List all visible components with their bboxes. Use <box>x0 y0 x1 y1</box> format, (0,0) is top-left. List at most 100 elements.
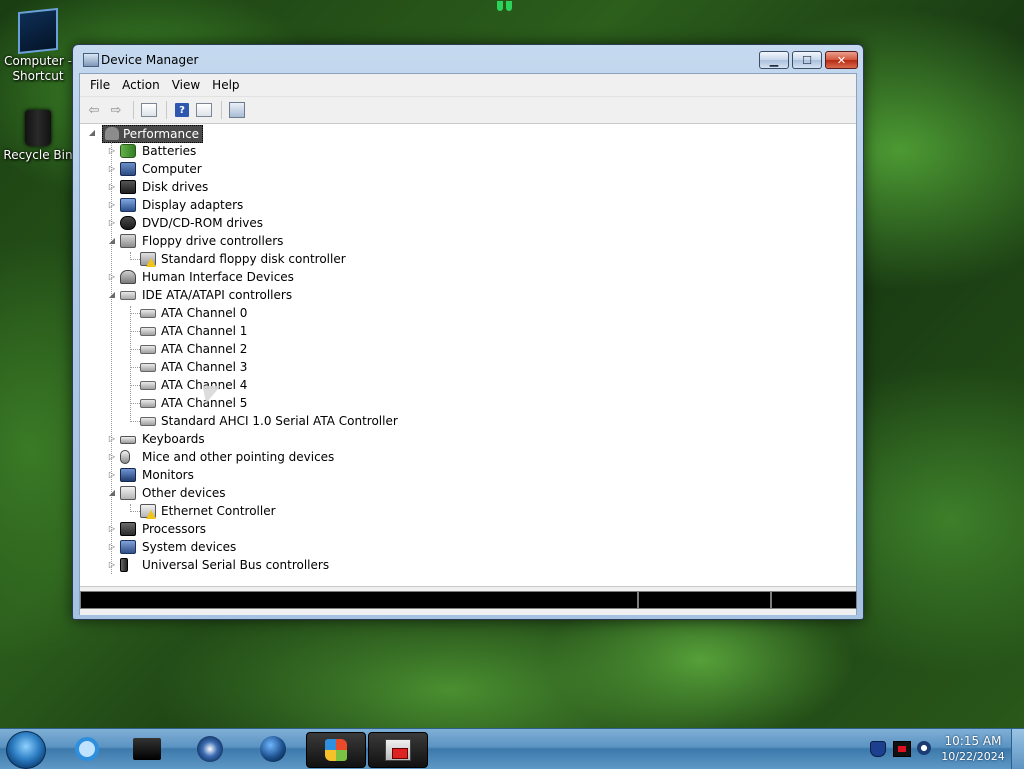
tree-device-label[interactable]: Standard floppy disk controller <box>161 250 346 268</box>
tree-category[interactable]: ▷ Processors <box>80 520 680 538</box>
taskbar-internet-explorer[interactable] <box>70 732 104 766</box>
menu-file[interactable]: File <box>84 78 116 92</box>
warning-badge-icon <box>146 510 156 519</box>
collapse-arrow-icon[interactable]: ◢ <box>88 124 96 142</box>
maximize-button[interactable]: ☐ <box>792 51 822 69</box>
tree-category-label[interactable]: Computer <box>142 160 202 178</box>
taskbar-media-player[interactable] <box>193 732 227 766</box>
collapse-arrow-icon[interactable]: ◢ <box>108 286 116 304</box>
system-clock[interactable]: 10:15 AM 10/22/2024 <box>940 734 1006 764</box>
tree-category[interactable]: ▷ Computer <box>80 160 680 178</box>
menu-help[interactable]: Help <box>206 78 245 92</box>
taskbar-windows-explorer[interactable] <box>306 732 366 768</box>
tree-category-label[interactable]: System devices <box>142 538 236 556</box>
tree-category[interactable]: ▷ System devices <box>80 538 680 556</box>
tree-category-label[interactable]: Mice and other pointing devices <box>142 448 334 466</box>
expand-arrow-icon[interactable]: ▷ <box>108 448 116 466</box>
expand-arrow-icon[interactable]: ▷ <box>108 520 116 538</box>
minimize-button[interactable]: ▁ <box>759 51 789 69</box>
back-button[interactable]: ⇦ <box>84 101 104 119</box>
toolbar: ⇦ ⇨ ? <box>80 97 856 124</box>
close-button[interactable]: ✕ <box>825 51 858 69</box>
root-label[interactable]: Performance <box>102 125 204 143</box>
tree-category-label[interactable]: Human Interface Devices <box>142 268 294 286</box>
collapse-arrow-icon[interactable]: ◢ <box>108 484 116 502</box>
collapse-arrow-icon[interactable]: ◢ <box>108 232 116 250</box>
expand-arrow-icon[interactable]: ▷ <box>108 556 116 574</box>
tree-device[interactable]: ATA Channel 3 <box>80 358 680 376</box>
menu-action[interactable]: Action <box>116 78 166 92</box>
tree-device-label[interactable]: ATA Channel 1 <box>161 322 247 340</box>
tree-device[interactable]: ATA Channel 5 <box>80 394 680 412</box>
taskbar-device-manager[interactable] <box>368 732 428 768</box>
tree-category[interactable]: ▷ Keyboards <box>80 430 680 448</box>
tree-device[interactable]: ATA Channel 4 <box>80 376 680 394</box>
tree-category[interactable]: ▷ Mice and other pointing devices <box>80 448 680 466</box>
taskbar-globe[interactable] <box>256 732 290 766</box>
forward-button[interactable]: ⇨ <box>106 101 126 119</box>
tree-category[interactable]: ◢ IDE ATA/ATAPI controllers <box>80 286 680 304</box>
scan-hardware-button[interactable] <box>227 101 247 119</box>
tree-category-label[interactable]: Display adapters <box>142 196 243 214</box>
properties-button[interactable] <box>194 101 214 119</box>
menu-view[interactable]: View <box>166 78 206 92</box>
tree-category-label[interactable]: Disk drives <box>142 178 208 196</box>
tree-root[interactable]: ◢ Performance <box>88 124 288 143</box>
expand-arrow-icon[interactable]: ▷ <box>108 466 116 484</box>
show-hide-console-tree-button[interactable] <box>139 101 159 119</box>
tree-category-label[interactable]: Universal Serial Bus controllers <box>142 556 329 574</box>
desktop-icon-recycle-bin[interactable]: Recycle Bin <box>0 110 76 163</box>
tree-category-label[interactable]: IDE ATA/ATAPI controllers <box>142 286 292 304</box>
tree-device[interactable]: ATA Channel 1 <box>80 322 680 340</box>
network-tray-icon[interactable] <box>917 741 931 755</box>
device-tree[interactable]: ◢ Performance ▷ Batteries ▷ Computer ▷ Disk d… <box>80 124 856 586</box>
tree-category[interactable]: ▷ Monitors <box>80 466 680 484</box>
tree-category-label[interactable]: Monitors <box>142 466 194 484</box>
tree-device[interactable]: Standard floppy disk controller <box>80 250 680 268</box>
tree-guide-line <box>130 367 140 368</box>
tree-category[interactable]: ▷ DVD/CD-ROM drives <box>80 214 680 232</box>
expand-arrow-icon[interactable]: ▷ <box>108 196 116 214</box>
expand-arrow-icon[interactable]: ▷ <box>108 178 116 196</box>
start-button[interactable] <box>6 731 46 769</box>
computer-user-icon <box>105 127 119 140</box>
tree-device-label[interactable]: ATA Channel 2 <box>161 340 247 358</box>
desktop-icon-computer-shortcut[interactable]: Computer - Shortcut <box>0 7 76 84</box>
tree-category[interactable]: ▷ Batteries <box>80 142 680 160</box>
tree-device[interactable]: Ethernet Controller <box>80 502 680 520</box>
tree-category[interactable]: ◢ Floppy drive controllers <box>80 232 680 250</box>
tree-category-label[interactable]: Other devices <box>142 484 226 502</box>
tree-device[interactable]: ATA Channel 2 <box>80 340 680 358</box>
taskbar-app-black[interactable] <box>130 732 164 766</box>
expand-arrow-icon[interactable]: ▷ <box>108 538 116 556</box>
tree-device-label[interactable]: Ethernet Controller <box>161 502 276 520</box>
expand-arrow-icon[interactable]: ▷ <box>108 268 116 286</box>
tree-category-label[interactable]: Floppy drive controllers <box>142 232 283 250</box>
tree-category-label[interactable]: Keyboards <box>142 430 205 448</box>
expand-arrow-icon[interactable]: ▷ <box>108 142 116 160</box>
show-desktop-button[interactable] <box>1011 729 1024 769</box>
tree-device-label[interactable]: ATA Channel 0 <box>161 304 247 322</box>
properties-icon <box>196 103 212 117</box>
expand-arrow-icon[interactable]: ▷ <box>108 430 116 448</box>
tree-category[interactable]: ▷ Disk drives <box>80 178 680 196</box>
title-bar[interactable]: Device Manager ▁ ☐ ✕ <box>73 45 863 75</box>
device-manager-icon <box>83 53 99 67</box>
tree-category-label[interactable]: Batteries <box>142 142 196 160</box>
security-shield-icon[interactable] <box>870 741 886 757</box>
tree-device-label[interactable]: Standard AHCI 1.0 Serial ATA Controller <box>161 412 398 430</box>
tree-guide-line <box>130 421 140 422</box>
tree-device[interactable]: Standard AHCI 1.0 Serial ATA Controller <box>80 412 680 430</box>
tree-category[interactable]: ◢ Other devices <box>80 484 680 502</box>
hid-icon <box>120 270 136 284</box>
expand-arrow-icon[interactable]: ▷ <box>108 160 116 178</box>
tree-category[interactable]: ▷ Human Interface Devices <box>80 268 680 286</box>
display-tray-icon[interactable] <box>893 741 911 757</box>
tree-device[interactable]: ATA Channel 0 <box>80 304 680 322</box>
tree-category[interactable]: ▷ Display adapters <box>80 196 680 214</box>
tree-category-label[interactable]: DVD/CD-ROM drives <box>142 214 263 232</box>
tree-category-label[interactable]: Processors <box>142 520 206 538</box>
expand-arrow-icon[interactable]: ▷ <box>108 214 116 232</box>
help-button[interactable]: ? <box>172 101 192 119</box>
tree-category[interactable]: ▷ Universal Serial Bus controllers <box>80 556 680 574</box>
